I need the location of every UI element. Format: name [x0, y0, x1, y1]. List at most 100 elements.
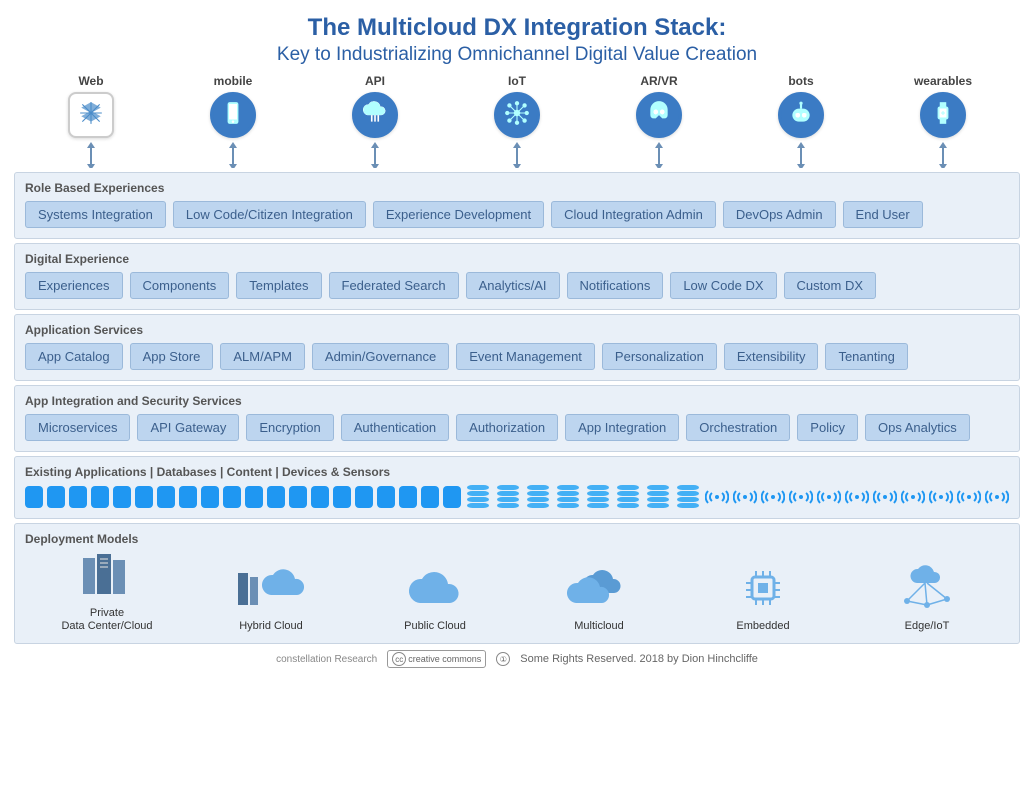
app-block-icon: [377, 486, 395, 508]
layer-title: App Integration and Security Services: [25, 394, 1009, 408]
deployment-hybrid: Hybrid Cloud: [201, 565, 341, 633]
deployment-edge: Edge/IoT: [857, 565, 997, 633]
sensor-icon: [901, 487, 925, 507]
pill: Analytics/AI: [466, 272, 560, 299]
pill: Systems Integration: [25, 201, 166, 228]
deployment-layer: Deployment Models PrivateData Center/Clo…: [14, 523, 1020, 644]
pill: Templates: [236, 272, 321, 299]
pill: Custom DX: [784, 272, 876, 299]
sensor-icon: [817, 487, 841, 507]
bidir-arrow-icon: [511, 142, 523, 168]
pill: Encryption: [246, 414, 333, 441]
sensor-icon: [929, 487, 953, 507]
deployment-row: PrivateData Center/Cloud Hybrid Cloud Publ…: [25, 552, 1009, 633]
pill: Personalization: [602, 343, 717, 370]
mobile-icon: [210, 92, 256, 138]
brand-logo: constellation Research: [276, 654, 377, 665]
multi-icon: [564, 565, 634, 616]
channel-label: wearables: [914, 74, 972, 88]
layer: Digital ExperienceExperiencesComponentsT…: [14, 243, 1020, 310]
app-block-icon: [267, 486, 285, 508]
layer: App Integration and Security Services Mic…: [14, 385, 1020, 452]
existing-row: [25, 485, 1009, 508]
app-block-icon: [223, 486, 241, 508]
app-block-icon: [25, 486, 43, 508]
app-block-icon: [179, 486, 197, 508]
sensor-icon: [761, 487, 785, 507]
arvr-icon: [636, 92, 682, 138]
app-block-icon: [443, 486, 461, 508]
pill: Ops Analytics: [865, 414, 970, 441]
channel-label: bots: [788, 74, 813, 88]
app-block-icon: [245, 486, 263, 508]
deployment-multi: Multicloud: [529, 565, 669, 633]
pill: Federated Search: [329, 272, 459, 299]
footer: constellation Research cc creative commo…: [14, 650, 1020, 668]
bots-icon: [778, 92, 824, 138]
channel-bots: bots: [756, 74, 846, 168]
app-block-icon: [157, 486, 175, 508]
pill: App Integration: [565, 414, 679, 441]
pill: Low Code DX: [670, 272, 776, 299]
iot-icon: [494, 92, 540, 138]
database-icon: [647, 485, 669, 508]
app-block-icon: [333, 486, 351, 508]
api-icon: [352, 92, 398, 138]
pill-row: Systems IntegrationLow Code/Citizen Inte…: [25, 201, 1009, 228]
database-icon: [497, 485, 519, 508]
database-icon: [617, 485, 639, 508]
channel-web: Web: [46, 74, 136, 168]
deployment-public: Public Cloud: [365, 565, 505, 633]
channel-label: IoT: [508, 74, 526, 88]
edge-icon: [897, 565, 957, 616]
pill: Experience Development: [373, 201, 544, 228]
database-icon: [467, 485, 489, 508]
cc-by-icon: ①: [496, 652, 510, 666]
layer: Role Based Experiences Systems Integratio…: [14, 172, 1020, 239]
database-icon: [587, 485, 609, 508]
sensor-icon: [957, 487, 981, 507]
deployment-label: Embedded: [736, 620, 789, 633]
pill: App Store: [130, 343, 214, 370]
pill: App Catalog: [25, 343, 123, 370]
app-block-icon: [399, 486, 417, 508]
app-block-icon: [289, 486, 307, 508]
layer-title: Role Based Experiences: [25, 181, 1009, 195]
pill-row: MicroservicesAPI GatewayEncryptionAuthen…: [25, 414, 1009, 441]
bidir-arrow-icon: [937, 142, 949, 168]
pill: ALM/APM: [220, 343, 305, 370]
existing-layer: Existing Applications | Databases | Cont…: [14, 456, 1020, 519]
deployment-private: PrivateData Center/Cloud: [37, 552, 177, 633]
pill: Experiences: [25, 272, 123, 299]
pill-row: App Catalog App StoreALM/APM Admin/Governa…: [25, 343, 1009, 370]
deployment-label: Public Cloud: [404, 620, 466, 633]
bidir-arrow-icon: [795, 142, 807, 168]
app-block-icon: [91, 486, 109, 508]
layer-title: Application Services: [25, 323, 1009, 337]
app-block-icon: [113, 486, 131, 508]
bidir-arrow-icon: [653, 142, 665, 168]
channels-row: WebmobileAPIIoTAR/VRbotswearables: [14, 74, 1020, 168]
database-icon: [527, 485, 549, 508]
database-icon: [677, 485, 699, 508]
pill: API Gateway: [137, 414, 239, 441]
bidir-arrow-icon: [227, 142, 239, 168]
bidir-arrow-icon: [369, 142, 381, 168]
deployment-label: Multicloud: [574, 620, 624, 633]
channel-arvr: AR/VR: [614, 74, 704, 168]
layer: Application Services App Catalog App Store…: [14, 314, 1020, 381]
layers-container: Role Based Experiences Systems Integratio…: [14, 172, 1020, 452]
embedded-icon: [738, 565, 788, 616]
pill: Microservices: [25, 414, 130, 441]
rights-text: Some Rights Reserved. 2018 by Dion Hinch…: [520, 653, 758, 665]
channel-mobile: mobile: [188, 74, 278, 168]
deployment-label: Edge/IoT: [905, 620, 950, 633]
hybrid-icon: [236, 565, 306, 616]
bidir-arrow-icon: [85, 142, 97, 168]
sensor-icon: [705, 487, 729, 507]
pill: Admin/Governance: [312, 343, 449, 370]
channel-label: mobile: [214, 74, 253, 88]
app-block-icon: [311, 486, 329, 508]
database-icon: [557, 485, 579, 508]
sensor-icon: [845, 487, 869, 507]
